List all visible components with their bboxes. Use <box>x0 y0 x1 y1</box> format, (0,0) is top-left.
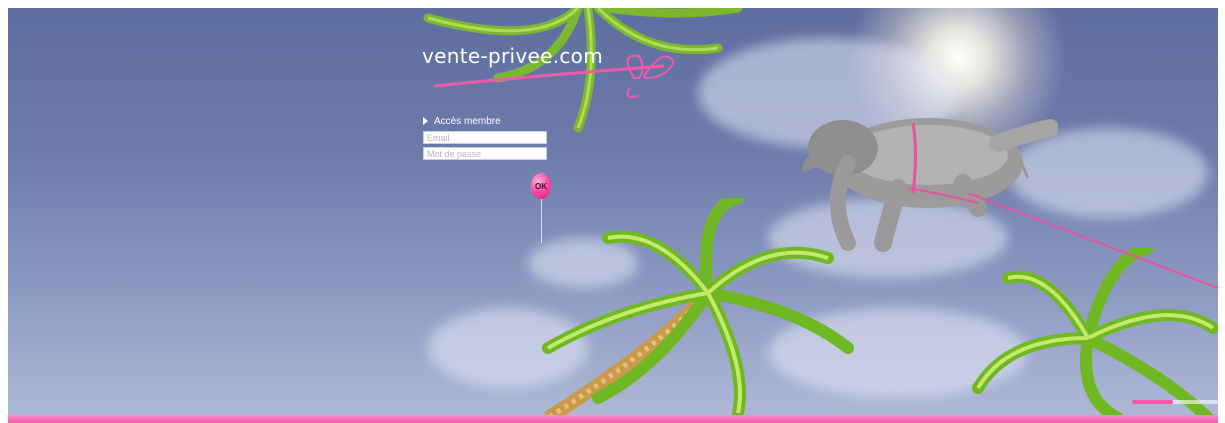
hero-background: vente-privee.com Accès membre OK <box>8 8 1218 415</box>
footer-bar <box>8 415 1218 423</box>
ok-button[interactable]: OK <box>531 173 551 199</box>
sound-slider[interactable] <box>1132 400 1218 404</box>
login-header[interactable]: Accès membre <box>423 114 563 128</box>
login-title: Accès membre <box>434 115 501 127</box>
sound-slider-fill <box>1132 400 1174 404</box>
play-triangle-icon <box>423 117 428 125</box>
password-field[interactable] <box>423 147 547 160</box>
pink-rope <box>968 193 1218 289</box>
ok-label: OK <box>535 181 547 191</box>
login-panel: Accès membre <box>423 114 563 160</box>
email-field[interactable] <box>423 131 547 144</box>
brand-logo[interactable]: vente-privee.com <box>422 44 603 68</box>
balloon-string <box>541 199 542 243</box>
butterfly-icon <box>626 54 674 98</box>
